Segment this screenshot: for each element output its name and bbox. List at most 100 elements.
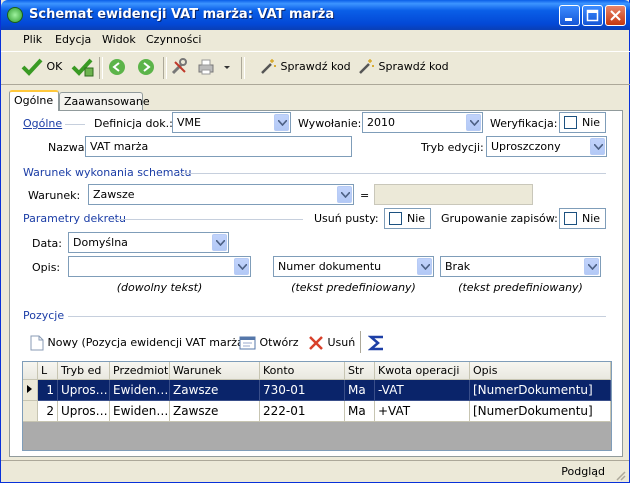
grupowanie-label: Grupowanie zapisów:	[441, 212, 558, 225]
save-button[interactable]	[71, 57, 95, 77]
grupowanie-value: Nie	[582, 212, 601, 225]
chevron-down-icon	[216, 240, 225, 246]
delete-label: Usuń	[327, 336, 356, 349]
dropdown-button[interactable]	[274, 114, 289, 131]
wywolanie-select[interactable]: 2010	[362, 112, 483, 133]
hint-predefined-2: (tekst predefiniowany)	[458, 281, 583, 294]
print-dropdown[interactable]	[223, 57, 231, 77]
cell-opis[interactable]: [NumerDokumentu]	[470, 401, 611, 422]
ok-label: OK	[46, 60, 63, 73]
menu-czynnosci[interactable]: Czynności	[146, 33, 201, 46]
section-warunek: Warunek wykonania schematu	[23, 166, 192, 179]
opis-free-select[interactable]	[68, 256, 251, 277]
data-select[interactable]: Domyślna	[68, 232, 229, 253]
resize-grip-icon[interactable]	[614, 469, 626, 481]
table-row[interactable]: 1 Upros… Ewiden… Zawsze 730-01 Ma -VAT […	[23, 380, 611, 401]
dropdown-button[interactable]	[417, 258, 432, 275]
condition-value-input[interactable]	[374, 184, 533, 205]
column-header-przedmiot[interactable]: Przedmiot	[110, 362, 170, 380]
check-code-button[interactable]: Sprawdź kod	[259, 57, 351, 77]
menu-edycja[interactable]: Edycja	[55, 33, 91, 46]
section-parametry: Parametry dekretu	[23, 212, 126, 225]
cell-l[interactable]: 1	[38, 380, 58, 401]
opis-predefined-select[interactable]: Numer dokumentu	[273, 256, 434, 277]
title-bar[interactable]: Schemat ewidencji VAT marża: VAT marża	[1, 0, 630, 30]
dropdown-button[interactable]	[590, 138, 605, 155]
sum-button[interactable]	[367, 333, 386, 353]
checkbox-box[interactable]	[389, 212, 402, 225]
close-button[interactable]	[605, 5, 626, 26]
magic-wand-icon	[359, 59, 374, 74]
weryfikacja-label: Weryfikacja:	[490, 117, 558, 130]
tab-zaawansowane[interactable]: Zaawansowane	[59, 92, 150, 110]
usun-pusty-checkbox[interactable]: Nie	[384, 208, 431, 229]
cell-przedmiot[interactable]: Ewiden…	[110, 380, 170, 401]
warunek-select[interactable]: Zawsze	[88, 184, 354, 205]
cell-str[interactable]: Ma	[345, 380, 375, 401]
delete-button[interactable]: Usuń	[308, 333, 355, 353]
cell-konto[interactable]: 222-01	[260, 401, 345, 422]
status-bar: Podgląd	[1, 460, 629, 483]
column-header-l[interactable]: L	[38, 362, 58, 380]
cell-opis[interactable]: [NumerDokumentu]	[470, 380, 611, 401]
opis-predefined-value: Numer dokumentu	[278, 260, 382, 273]
check-code-button-2[interactable]: Sprawdź kod	[357, 57, 449, 77]
data-label: Data:	[32, 237, 62, 250]
tryb-select[interactable]: Uproszczony	[486, 136, 607, 157]
cell-l[interactable]: 2	[38, 401, 58, 422]
row-indicator[interactable]	[23, 380, 38, 401]
checkbox-box[interactable]	[564, 116, 577, 129]
back-button[interactable]	[108, 57, 126, 77]
open-button[interactable]: Otwórz	[239, 333, 299, 353]
toolbar-separator	[241, 57, 245, 79]
cell-przedmiot[interactable]: Ewiden…	[110, 401, 170, 422]
forward-button[interactable]	[137, 57, 155, 77]
section-ogolne: Ogólne	[23, 117, 63, 130]
column-header-konto[interactable]: Konto	[260, 362, 345, 380]
table-row[interactable]: 2 Upros… Ewiden… Zawsze 222-01 Ma +VAT […	[23, 401, 611, 422]
checkbox-box[interactable]	[564, 212, 577, 225]
nazwa-input[interactable]: VAT marża	[85, 136, 352, 157]
cell-tryb[interactable]: Upros…	[58, 380, 110, 401]
new-position-label: Nowy (Pozycja ewidencji VAT marża)	[47, 336, 249, 349]
column-header-kwota[interactable]: Kwota operacji	[375, 362, 470, 380]
status-text: Podgląd	[561, 465, 605, 478]
dropdown-button[interactable]	[337, 186, 352, 203]
grupowanie-checkbox[interactable]: Nie	[559, 208, 606, 229]
open-form-icon	[239, 336, 256, 350]
weryfikacja-value: Nie	[582, 116, 601, 129]
weryfikacja-checkbox[interactable]: Nie	[559, 112, 606, 133]
opis-predefined-select-2[interactable]: Brak	[440, 256, 601, 277]
column-header-tryb[interactable]: Tryb ed	[58, 362, 110, 380]
dropdown-button[interactable]	[466, 114, 481, 131]
menu-widok[interactable]: Widok	[102, 33, 136, 46]
cell-kwota[interactable]: +VAT	[375, 401, 470, 422]
column-header-warunek[interactable]: Warunek	[170, 362, 260, 380]
maximize-button[interactable]	[582, 5, 603, 26]
definicja-select[interactable]: VME	[172, 112, 291, 133]
cell-warunek[interactable]: Zawsze	[170, 401, 260, 422]
section-divider	[68, 316, 606, 317]
column-header-opis[interactable]: Opis	[470, 362, 611, 380]
open-label: Otwórz	[259, 336, 299, 349]
dropdown-button[interactable]	[212, 234, 227, 251]
tab-ogolne[interactable]: Ogólne	[9, 90, 59, 111]
dropdown-button[interactable]	[584, 258, 599, 275]
menu-plik[interactable]: Plik	[23, 33, 42, 46]
cell-konto[interactable]: 730-01	[260, 380, 345, 401]
section-divider	[113, 219, 303, 220]
minimize-button[interactable]	[559, 5, 580, 26]
dropdown-button[interactable]	[234, 258, 249, 275]
cell-kwota[interactable]: -VAT	[375, 380, 470, 401]
new-position-button[interactable]: Nowy (Pozycja ewidencji VAT marża)	[30, 333, 248, 353]
row-indicator[interactable]	[23, 401, 38, 422]
tools-button[interactable]	[170, 57, 188, 77]
cell-warunek[interactable]: Zawsze	[170, 380, 260, 401]
ok-button[interactable]: OK	[21, 57, 62, 77]
opis-predefined-value-2: Brak	[445, 260, 471, 273]
cell-tryb[interactable]: Upros…	[58, 401, 110, 422]
app-icon	[7, 7, 23, 23]
print-button[interactable]	[197, 57, 215, 77]
column-header-str[interactable]: Str	[345, 362, 375, 380]
cell-str[interactable]: Ma	[345, 401, 375, 422]
